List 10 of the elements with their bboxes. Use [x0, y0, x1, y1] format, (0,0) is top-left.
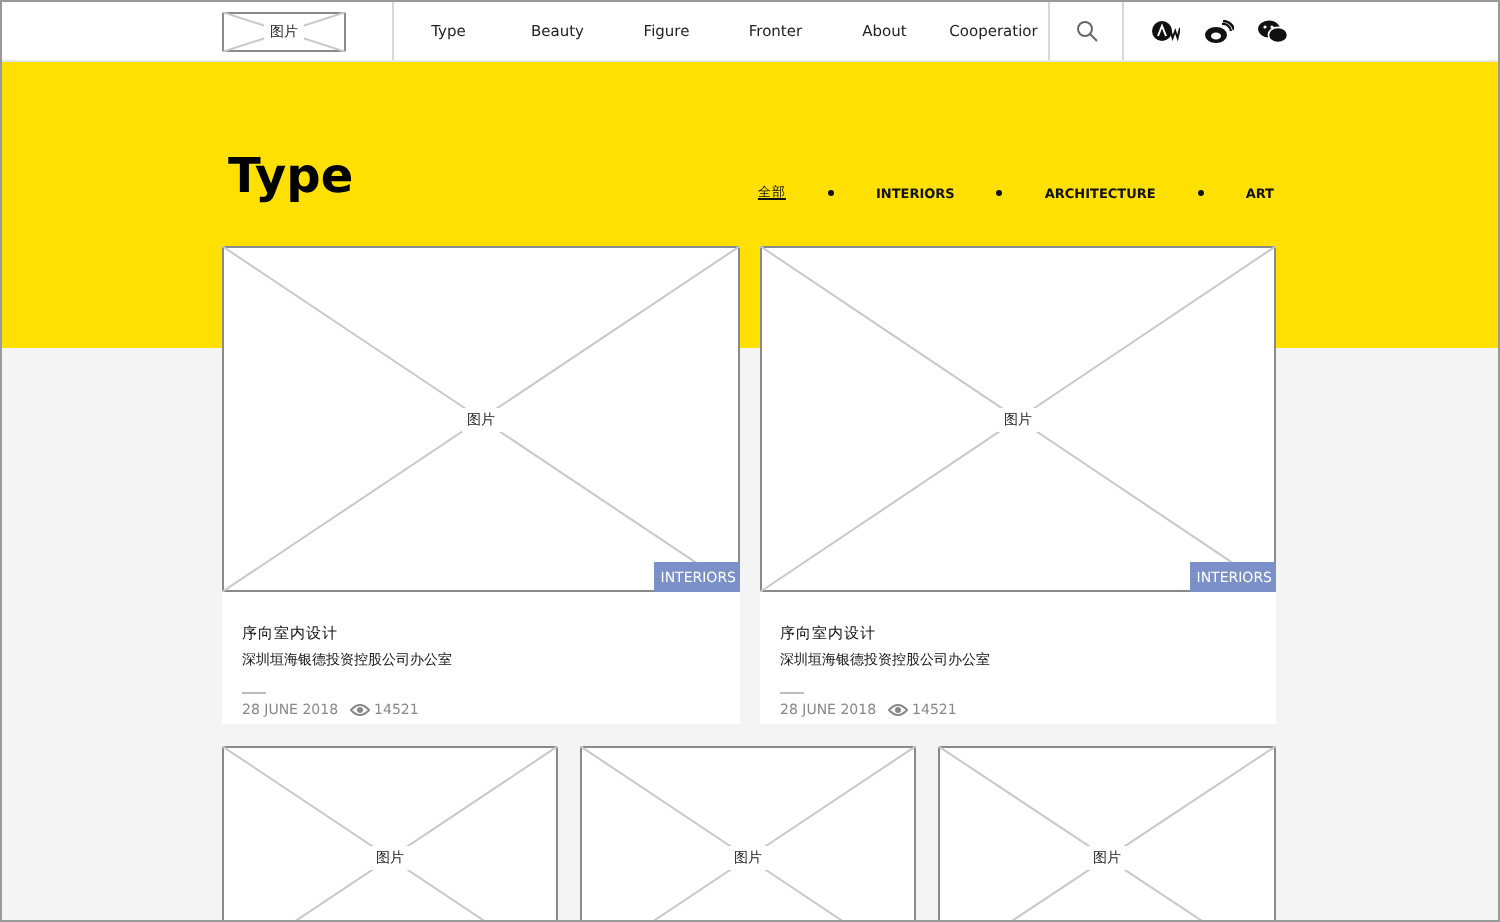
round-logo-icon[interactable]: [1152, 20, 1180, 42]
separator-dot: [1197, 190, 1204, 196]
eye-swirl-icon[interactable]: [1204, 19, 1234, 43]
search-icon[interactable]: [1075, 20, 1097, 42]
separator-dot: [996, 190, 1003, 196]
page-title: Type: [228, 146, 354, 206]
separator-dot: [827, 190, 834, 196]
eye-icon: [350, 704, 371, 716]
chat-bubbles-icon[interactable]: [1258, 19, 1288, 43]
eye-icon: [888, 704, 909, 716]
